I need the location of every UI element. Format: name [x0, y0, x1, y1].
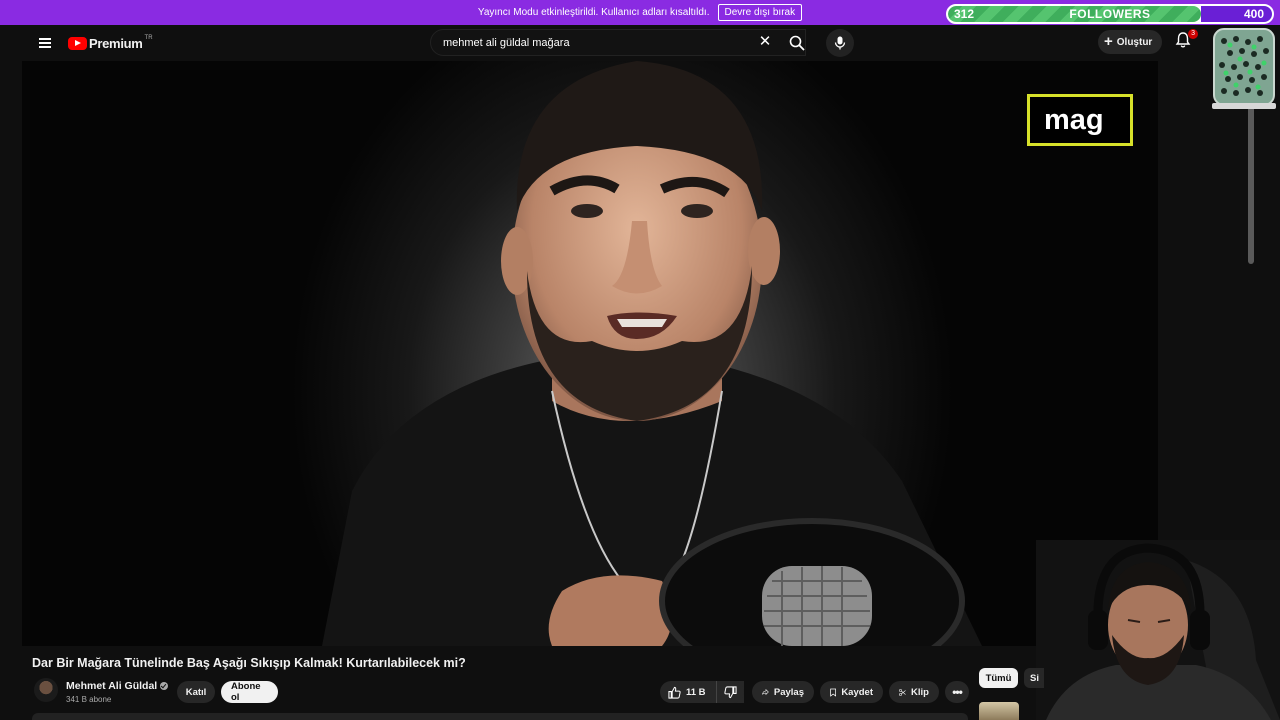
- video-overlay-caption: mag: [1027, 94, 1133, 146]
- search-icon: [789, 35, 805, 51]
- create-label: Oluştur: [1116, 36, 1153, 48]
- video-frame-image: [322, 61, 982, 646]
- dislike-button[interactable]: [716, 681, 744, 703]
- webcam-image: [1036, 540, 1280, 720]
- chip-next[interactable]: Si: [1024, 668, 1044, 688]
- voice-search-button[interactable]: [826, 29, 854, 57]
- thumbs-down-icon: [724, 685, 737, 698]
- share-arrow-icon: [762, 688, 769, 696]
- more-horizontal-icon: •••: [952, 685, 963, 699]
- clear-search-icon[interactable]: ✕: [756, 33, 774, 51]
- plus-icon: +: [1104, 33, 1113, 50]
- channel-name-link[interactable]: Mehmet Ali Güldal: [66, 680, 169, 692]
- search-query-text: mehmet ali güldal mağara: [443, 36, 570, 49]
- channel-name: Mehmet Ali Güldal: [66, 680, 158, 692]
- disable-streamer-mode-button[interactable]: Devre dışı bırak: [717, 4, 803, 21]
- followers-label: FOLLOWERS: [1069, 7, 1151, 21]
- thumbs-up-icon: [668, 686, 681, 699]
- logo-text: Premium: [89, 36, 143, 51]
- youtube-premium-logo[interactable]: Premium TR: [68, 34, 153, 51]
- top-navigation-bar: Premium TR mehmet ali güldal mağara ✕ + …: [22, 25, 1198, 61]
- clip-button[interactable]: Klip: [889, 681, 939, 703]
- followers-goal-widget: 312 FOLLOWERS 400: [946, 4, 1274, 24]
- channel-avatar[interactable]: [34, 678, 58, 702]
- join-button[interactable]: Katıl: [177, 681, 215, 703]
- more-actions-button[interactable]: •••: [945, 681, 969, 703]
- tip-jar-widget: [1210, 27, 1278, 111]
- share-label: Paylaş: [773, 686, 804, 698]
- description-box[interactable]: [32, 713, 968, 720]
- clip-label: Klip: [911, 686, 929, 698]
- video-overlay-text: mag: [1044, 103, 1104, 136]
- chip-all-label: Tümü: [985, 672, 1012, 684]
- streamer-mode-message: Yayıncı Modu etkinleştirildi. Kullanıcı …: [477, 7, 710, 18]
- logo-region: TR: [144, 34, 153, 41]
- create-button[interactable]: + Oluştur: [1098, 30, 1163, 54]
- hamburger-menu-icon[interactable]: [39, 38, 51, 48]
- share-button[interactable]: Paylaş: [752, 681, 814, 703]
- chip-next-label: Si: [1030, 672, 1039, 684]
- bookmark-icon: [830, 688, 837, 697]
- streamer-webcam-overlay: [1036, 540, 1280, 720]
- subscribe-button[interactable]: Abone ol: [221, 681, 278, 703]
- jar-icon: [1212, 28, 1276, 109]
- notification-count-badge: 3: [1188, 29, 1198, 39]
- save-button[interactable]: Kaydet: [820, 681, 883, 703]
- notifications-button[interactable]: 3: [1174, 29, 1198, 53]
- subscriber-count: 341 B abone: [66, 695, 112, 704]
- chip-all[interactable]: Tümü: [979, 668, 1018, 688]
- recommended-video-thumbnail[interactable]: [979, 702, 1019, 720]
- scissors-icon: [899, 688, 906, 696]
- microphone-icon: [834, 36, 846, 50]
- followers-goal-count: 400: [1243, 7, 1264, 21]
- search-button[interactable]: [780, 29, 814, 56]
- subscribe-label: Abone ol: [231, 681, 261, 703]
- video-player[interactable]: mag: [22, 61, 1158, 646]
- join-label: Katıl: [185, 686, 207, 698]
- search-input[interactable]: mehmet ali güldal mağara: [430, 29, 806, 56]
- like-count: 11 B: [686, 686, 706, 698]
- verified-check-icon: [160, 682, 169, 690]
- save-label: Kaydet: [841, 686, 873, 698]
- video-title: Dar Bir Mağara Tünelinde Baş Aşağı Sıkış…: [32, 656, 466, 670]
- youtube-play-icon: [68, 37, 87, 50]
